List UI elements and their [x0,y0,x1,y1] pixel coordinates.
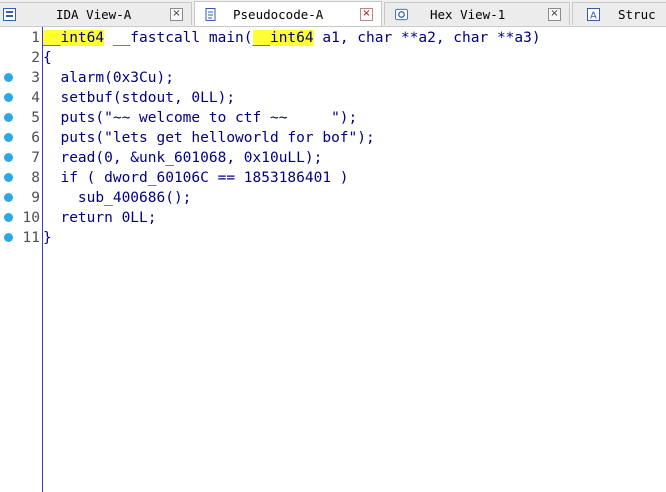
function-args[interactable]: a1, char **a2, char **a3) [314,30,540,46]
line-number: 4 [31,90,40,106]
tab-label: Hex View-1 [430,6,506,22]
code-line-11[interactable]: } [43,228,666,248]
line-number: 11 [22,230,40,246]
tab-pseudocode-a[interactable]: Pseudocode-A × [194,1,382,26]
function-signature[interactable]: __fastcall main( [104,30,253,46]
code-line-6[interactable]: puts("lets get helloworld for bof"); [43,128,666,148]
code-line-7[interactable]: read(0, &unk_601068, 0x10uLL); [43,148,666,168]
tab-label: Pseudocode-A [233,6,324,22]
line-number: 7 [31,150,40,166]
line-number: 8 [31,170,40,186]
ida-view-icon [3,7,16,21]
close-icon[interactable]: × [548,7,561,21]
tab-label: IDA View-A [56,6,132,22]
line-number: 2 [31,50,40,66]
line-number-gutter: 1 2 3 4 5 6 7 8 9 10 11 [0,27,42,492]
line-number: 6 [31,130,40,146]
code-line-10[interactable]: return 0LL; [43,208,666,228]
code-line-2[interactable]: { [43,48,666,68]
hex-view-icon [395,8,408,21]
close-icon[interactable]: × [360,7,373,21]
tab-label: Struc [618,6,656,22]
pseudocode-icon [204,7,217,21]
return-type-keyword[interactable]: __int64 [43,30,105,46]
close-icon[interactable]: × [170,7,183,21]
structures-icon: A [587,7,600,21]
line-number: 9 [31,190,40,206]
code-line-9[interactable]: sub_400686(); [43,188,666,208]
tab-bar: IDA View-A × Pseudocode-A × Hex View-1 ×… [0,0,666,27]
svg-text:A: A [590,10,597,21]
pseudocode-editor[interactable]: __int64 __fastcall main(__int64 a1, char… [43,27,666,492]
line-number: 5 [31,110,40,126]
arg-type-keyword[interactable]: __int64 [252,30,314,46]
line-number: 1 [31,30,40,46]
code-line-5[interactable]: puts("~~ welcome to ctf ~~ "); [43,108,666,128]
code-line-1[interactable]: __int64 __fastcall main(__int64 a1, char… [43,28,666,48]
line-number: 3 [31,70,40,86]
code-line-3[interactable]: alarm(0x3Cu); [43,68,666,88]
tab-structures[interactable]: A Struc [572,2,666,25]
tab-hex-view-1[interactable]: Hex View-1 × [384,2,570,25]
code-line-8[interactable]: if ( dword_60106C == 1853186401 ) [43,168,666,188]
line-number: 10 [22,210,40,226]
code-line-4[interactable]: setbuf(stdout, 0LL); [43,88,666,108]
tab-ida-view-a[interactable]: IDA View-A × [0,2,192,25]
